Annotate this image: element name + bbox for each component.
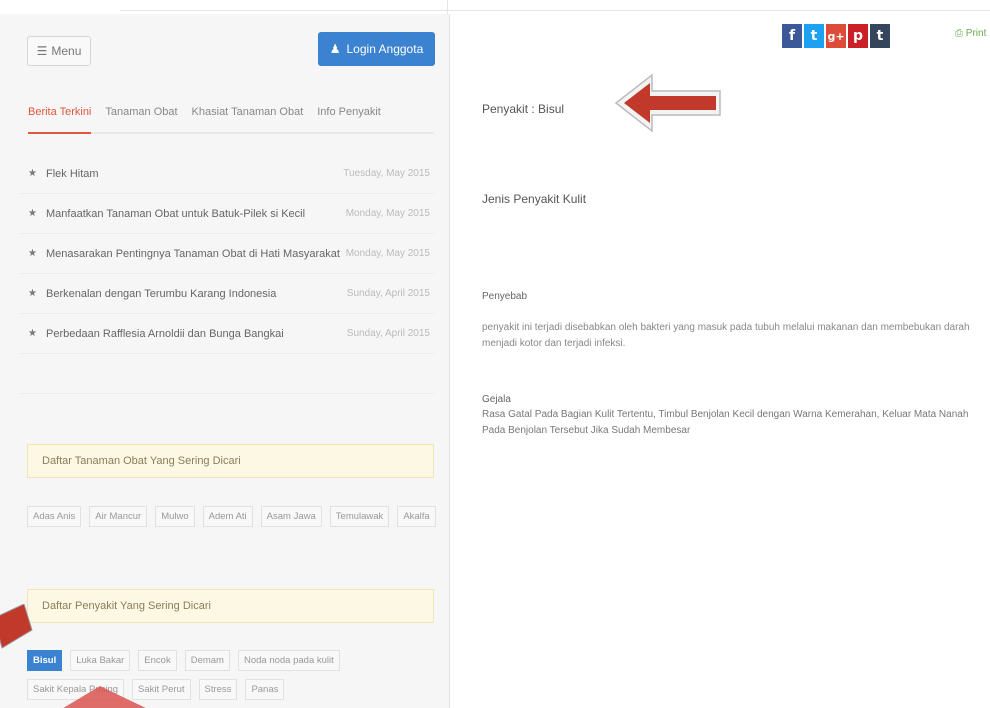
page-title: Penyakit : Bisul: [482, 102, 565, 116]
google-plus-icon[interactable]: g+: [826, 24, 846, 48]
twitter-icon[interactable]: t: [804, 24, 824, 48]
gejala-text: Rasa Gatal Pada Bagian Kulit Tertentu, T…: [482, 409, 969, 436]
tab-berita-terkini[interactable]: Berita Terkini: [28, 106, 92, 134]
plant-tag[interactable]: Mulwo: [155, 506, 195, 527]
star-icon: ★: [28, 328, 37, 339]
tumblr-icon[interactable]: t: [870, 24, 890, 48]
star-icon: ★: [28, 208, 37, 219]
plant-tag[interactable]: Adas Anis: [27, 506, 82, 527]
menu-button[interactable]: ☰ Menu: [27, 36, 91, 66]
diseases-box-title: Daftar Penyakit Yang Sering Dicari: [42, 600, 211, 612]
news-title[interactable]: Flek Hitam: [40, 168, 343, 180]
plant-tags: Adas Anis Air Mancur Mulwo Adem Ati Asam…: [27, 506, 437, 527]
login-button[interactable]: ♟ Login Anggota: [318, 32, 435, 66]
social-share: f t g+ p t: [782, 24, 890, 48]
disease-tag[interactable]: Noda noda pada kulit: [237, 650, 340, 671]
news-title[interactable]: Menasarakan Pentingnya Tanaman Obat di H…: [40, 248, 346, 260]
news-date: Sunday, April 2015: [346, 288, 430, 299]
facebook-icon[interactable]: f: [782, 24, 802, 48]
star-icon: ★: [28, 168, 37, 179]
list-spacer: [20, 354, 434, 394]
plant-tag[interactable]: Asam Jawa: [260, 506, 322, 527]
list-item[interactable]: ★ Flek Hitam Tuesday, May 2015: [20, 154, 434, 194]
plant-tag[interactable]: Akalfa: [397, 506, 436, 527]
tab-khasiat-tanaman-obat[interactable]: Khasiat Tanaman Obat: [192, 106, 304, 132]
plant-tag[interactable]: Temulawak: [329, 506, 390, 527]
diseases-box: Daftar Penyakit Yang Sering Dicari: [27, 589, 434, 623]
news-date: Monday, May 2015: [345, 208, 430, 219]
disease-tag[interactable]: Demam: [184, 650, 230, 671]
annotation-arrow-left: [0, 604, 33, 649]
tab-tanaman-obat[interactable]: Tanaman Obat: [105, 106, 177, 132]
news-title[interactable]: Berkenalan dengan Terumbu Karang Indones…: [40, 288, 347, 300]
disease-tag[interactable]: Encok: [138, 650, 177, 671]
star-icon: ★: [28, 248, 37, 259]
gejala-heading: Gejala: [482, 394, 511, 405]
disease-category: Jenis Penyakit Kulit: [482, 192, 587, 206]
disease-tag[interactable]: Stress: [198, 679, 238, 700]
top-divider-vertical: [447, 0, 448, 14]
star-icon: ★: [28, 288, 37, 299]
user-icon: ♟: [329, 42, 341, 56]
tab-info-penyakit[interactable]: Info Penyakit: [317, 106, 381, 132]
plants-box: Daftar Tanaman Obat Yang Sering Dicari: [27, 444, 434, 478]
disease-tag[interactable]: Panas: [245, 679, 285, 700]
news-date: Sunday, April 2015: [346, 328, 430, 339]
list-item[interactable]: ★ Perbedaan Rafflesia Arnoldii dan Bunga…: [20, 314, 434, 354]
print-label: Print: [965, 28, 987, 39]
news-date: Monday, May 2015: [345, 248, 430, 259]
annotation-shape: [63, 686, 146, 708]
news-date: Tuesday, May 2015: [343, 168, 430, 179]
annotation-arrow: [614, 73, 721, 133]
left-panel: ☰ Menu ♟ Login Anggota Berita Terkini Ta…: [0, 14, 450, 708]
news-title[interactable]: Perbedaan Rafflesia Arnoldii dan Bunga B…: [40, 328, 347, 340]
news-title[interactable]: Manfaatkan Tanaman Obat untuk Batuk-Pile…: [40, 208, 346, 220]
penyebab-heading: Penyebab: [482, 291, 528, 302]
penyebab-text: penyakit ini terjadi disebabkan oleh bak…: [482, 322, 970, 349]
top-divider: [120, 10, 990, 11]
login-label: Login Anggota: [346, 42, 424, 56]
printer-icon: ⎙: [955, 28, 963, 39]
disease-tag[interactable]: Luka Bakar: [70, 650, 131, 671]
plants-box-title: Daftar Tanaman Obat Yang Sering Dicari: [42, 455, 241, 467]
pinterest-icon[interactable]: p: [848, 24, 868, 48]
news-tabs: Berita Terkini Tanaman Obat Khasiat Tana…: [28, 106, 434, 134]
menu-label: Menu: [51, 44, 82, 58]
news-list: ★ Flek Hitam Tuesday, May 2015 ★ Manfaat…: [20, 154, 434, 394]
right-panel: f t g+ p t ⎙ Print Penyakit : Bisul Jeni…: [452, 14, 990, 708]
list-item[interactable]: ★ Manfaatkan Tanaman Obat untuk Batuk-Pi…: [20, 194, 434, 234]
print-link[interactable]: ⎙ Print: [955, 28, 986, 39]
list-item[interactable]: ★ Menasarakan Pentingnya Tanaman Obat di…: [20, 234, 434, 274]
plant-tag[interactable]: Air Mancur: [89, 506, 148, 527]
list-item[interactable]: ★ Berkenalan dengan Terumbu Karang Indon…: [20, 274, 434, 314]
plant-tag[interactable]: Adem Ati: [202, 506, 253, 527]
hamburger-icon: ☰: [36, 44, 48, 58]
